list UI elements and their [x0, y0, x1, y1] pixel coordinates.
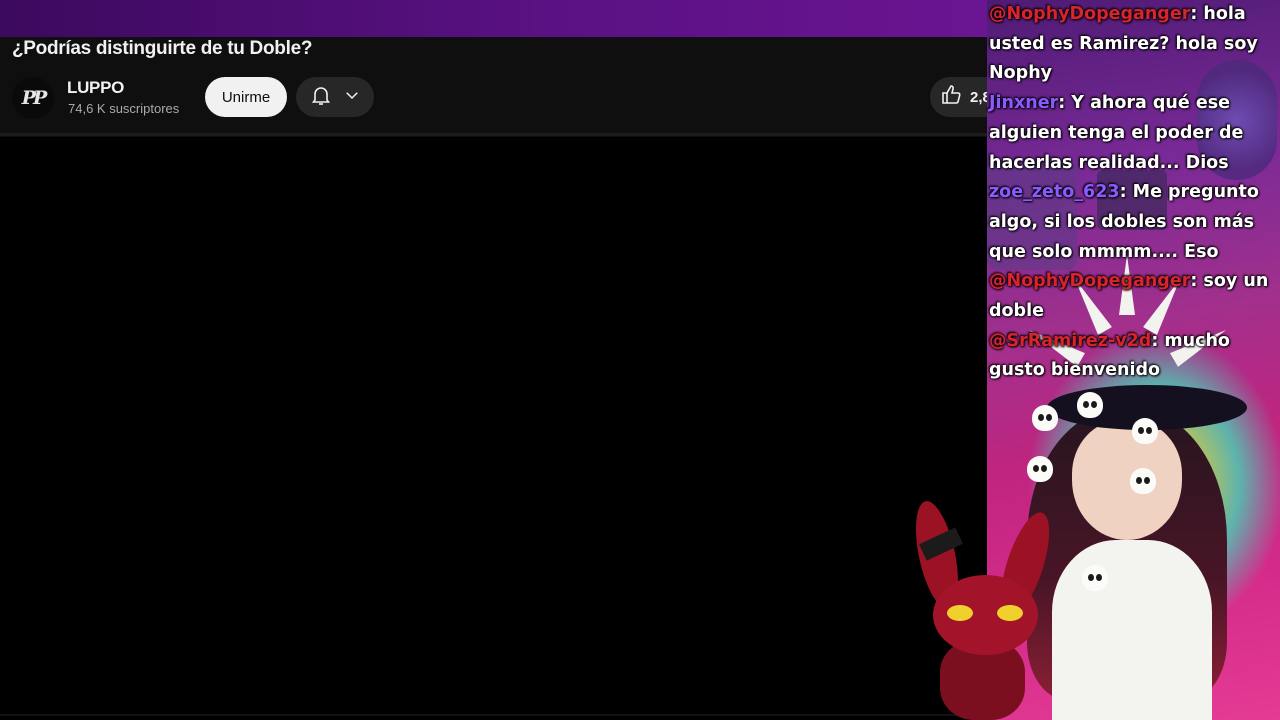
youtube-window: ¿Podrías distinguirte de tu Doble? PP LU…	[0, 37, 987, 720]
skull-ornament	[1077, 392, 1103, 418]
vtuber-body	[1052, 540, 1212, 720]
skull-ornament	[1027, 456, 1053, 482]
chat-username: @NophyDopeganger	[989, 4, 1191, 24]
progress-track	[0, 714, 987, 716]
chat-message: @SrRamirez-v2d: mucho gusto bienvenido	[989, 327, 1279, 386]
notification-button[interactable]	[296, 77, 374, 117]
like-count: 2,8	[970, 88, 987, 106]
chat-username: @NophyDopeganger	[989, 271, 1191, 292]
mascot-head	[933, 575, 1038, 655]
subscriber-count: 74,6 K suscriptores	[68, 101, 180, 116]
chat-message: @NophyDopeganger: soy un doble	[989, 267, 1279, 326]
chevron-down-icon	[343, 86, 361, 109]
avatar-logo-text: PP	[21, 87, 48, 109]
channel-avatar[interactable]: PP	[12, 77, 54, 119]
chat-username: Jinxner	[989, 93, 1059, 114]
mascot-eye	[997, 605, 1023, 621]
skull-ornament	[1132, 418, 1158, 444]
chat-message: @NophyDopeganger: hola usted es Ramirez?…	[989, 0, 1279, 89]
like-button[interactable]: 2,8	[930, 77, 987, 117]
skull-ornament	[1082, 565, 1108, 591]
join-button[interactable]: Unirme	[205, 77, 287, 117]
mascot-eye	[947, 605, 973, 621]
skull-ornament	[1130, 468, 1156, 494]
bell-icon	[309, 83, 333, 112]
video-title: ¿Podrías distinguirte de tu Doble?	[12, 38, 313, 59]
video-player[interactable]	[0, 137, 987, 720]
chat-overlay: @NophyDopeganger: hola usted es Ramirez?…	[989, 0, 1279, 386]
chat-username: zoe_zeto_623	[989, 182, 1120, 203]
stream-top-band	[0, 0, 987, 37]
bunny-mascot	[907, 490, 1060, 720]
chat-username: @SrRamirez-v2d	[989, 330, 1152, 351]
channel-row: PP LUPPO 74,6 K suscriptores Unirme 2,8	[12, 77, 987, 119]
chat-message: Jinxner: Y ahora qué ese alguien tenga e…	[989, 89, 1279, 178]
chat-message: zoe_zeto_623: Me pregunto algo, si los d…	[989, 178, 1279, 267]
skull-ornament	[1032, 405, 1058, 431]
channel-name[interactable]: LUPPO	[67, 78, 124, 98]
thumbs-up-icon	[940, 83, 964, 111]
divider	[0, 133, 987, 136]
vtuber-face	[1072, 420, 1182, 540]
